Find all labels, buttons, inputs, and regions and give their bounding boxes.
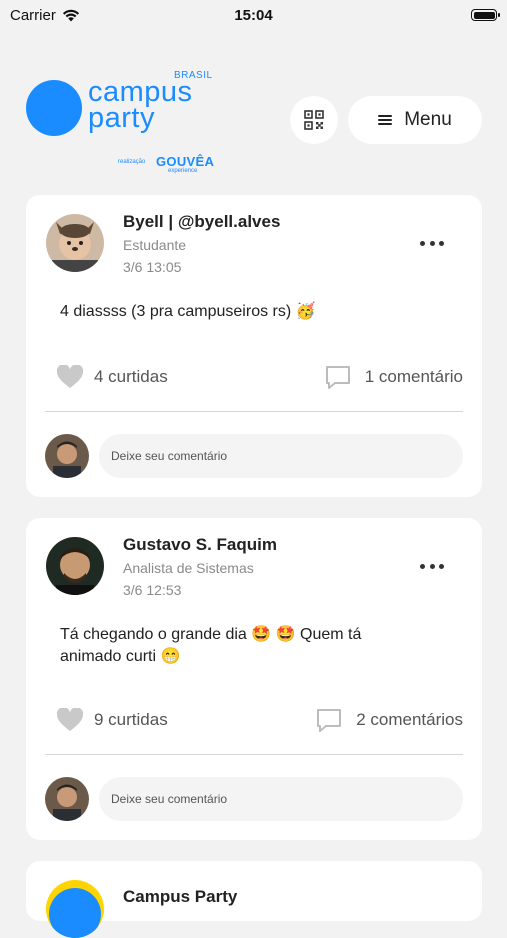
more-options-icon[interactable]: [420, 561, 444, 571]
post-text: 4 diassss (3 pra campuseiros rs) 🥳: [60, 303, 316, 320]
author-name[interactable]: Campus Party: [123, 887, 237, 907]
logo-partner: GOUVÊA: [156, 154, 215, 169]
author-avatar[interactable]: [46, 537, 104, 595]
status-time: 15:04: [234, 6, 273, 24]
comment-icon: [317, 709, 342, 732]
post-card: Gustavo S. Faquim Analista de Sistemas 3…: [26, 518, 482, 840]
like-count: 4 curtidas: [94, 367, 168, 386]
menu-button[interactable]: Menu: [348, 96, 482, 144]
qr-code-icon: [304, 110, 324, 130]
comment-input[interactable]: [99, 434, 463, 478]
post-card: Campus Party: [26, 861, 482, 938]
post-time: 3/6 13:05: [123, 259, 182, 275]
author-avatar[interactable]: [46, 214, 104, 272]
heart-icon: [56, 708, 84, 731]
author-name[interactable]: Byell | @byell.alves: [123, 212, 280, 232]
user-avatar: [45, 434, 89, 478]
post-time: 3/6 12:53: [123, 582, 182, 598]
more-options-icon[interactable]: [420, 238, 444, 248]
divider: [45, 411, 463, 412]
header: BRASIL campus party realização GOUVÊA ex…: [0, 60, 507, 174]
menu-label: Menu: [404, 109, 452, 130]
like-count: 9 curtidas: [94, 710, 168, 729]
logo-realizacao: realização: [118, 159, 146, 165]
comment-count: 2 comentários: [356, 710, 463, 729]
post-card: Byell | @byell.alves Estudante 3/6 13:05…: [26, 195, 482, 497]
author-role: Analista de Sistemas: [123, 560, 254, 576]
logo-partner-sub: experience: [168, 168, 198, 174]
author-role: Estudante: [123, 237, 187, 253]
user-avatar: [45, 777, 89, 821]
like-button[interactable]: 4 curtidas: [56, 365, 168, 389]
comments-button[interactable]: 2 comentários: [316, 708, 463, 732]
heart-icon: [56, 365, 84, 388]
comment-icon: [325, 366, 350, 389]
like-button[interactable]: 9 curtidas: [56, 708, 168, 732]
comment-count: 1 comentário: [364, 367, 463, 386]
author-avatar[interactable]: [46, 880, 104, 938]
post-text: Tá chegando o grande dia 🤩 🤩 Quem tá ani…: [60, 626, 362, 665]
comment-input[interactable]: [99, 777, 463, 821]
divider: [45, 754, 463, 755]
campus-party-logo[interactable]: BRASIL campus party realização GOUVÊA ex…: [26, 70, 226, 174]
status-bar: Carrier 15:04: [0, 0, 507, 30]
comments-button[interactable]: 1 comentário: [325, 365, 463, 389]
logo-circle: [26, 80, 82, 136]
hamburger-icon: [378, 115, 393, 125]
logo-line2: party: [88, 102, 155, 134]
qr-code-button[interactable]: [290, 96, 338, 144]
author-name[interactable]: Gustavo S. Faquim: [123, 535, 277, 555]
battery-icon: [471, 9, 500, 21]
